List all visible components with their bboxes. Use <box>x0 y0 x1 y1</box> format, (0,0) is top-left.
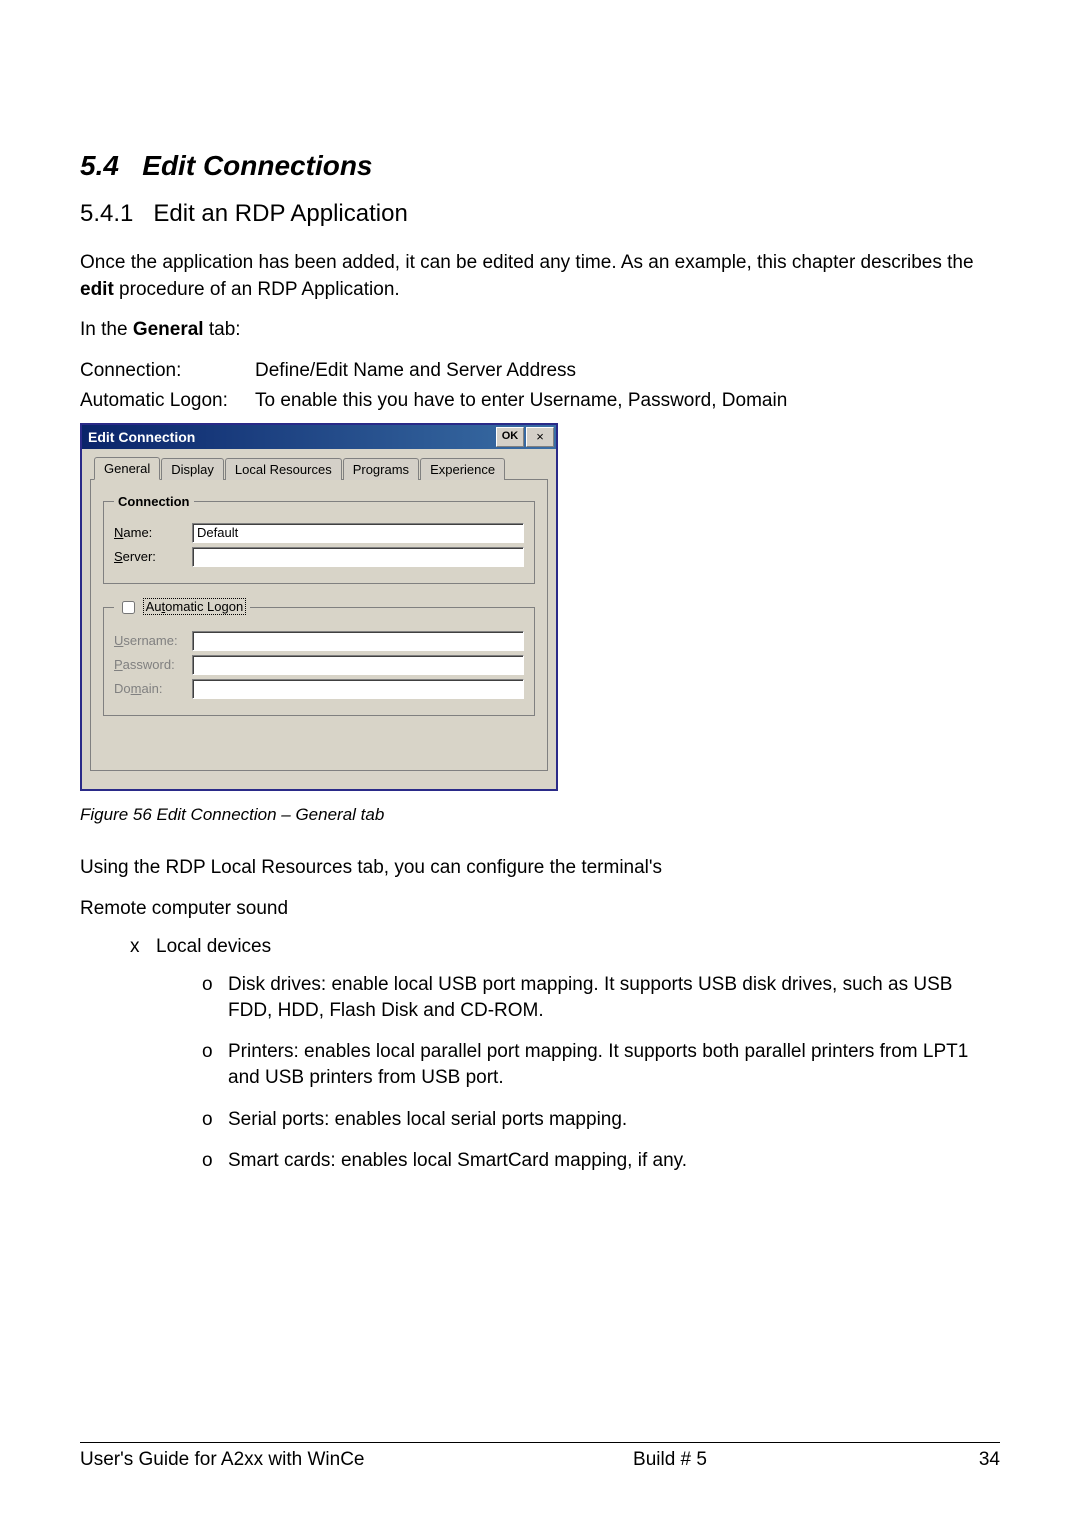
footer-left: User's Guide for A2xx with WinCe <box>80 1449 420 1471</box>
definition-connection-value: Define/Edit Name and Server Address <box>255 358 1000 385</box>
list-item-serial-ports: Serial ports: enables local serial ports… <box>202 1107 1000 1133</box>
list-item-local-devices: Local devices Disk drives: enable local … <box>130 936 1000 1174</box>
name-input[interactable] <box>192 523 524 543</box>
definition-autologon: Automatic Logon: To enable this you have… <box>80 388 1000 415</box>
footer-center: Build # 5 <box>420 1449 920 1471</box>
list-item-label: Local devices <box>156 936 271 957</box>
tab-display[interactable]: Display <box>161 458 224 480</box>
server-input[interactable] <box>192 547 524 567</box>
tab-programs[interactable]: Programs <box>343 458 419 480</box>
username-input[interactable] <box>192 631 524 651</box>
page-footer: User's Guide for A2xx with WinCe Build #… <box>80 1442 1000 1471</box>
dialog-body: General Display Local Resources Programs… <box>82 449 556 789</box>
definition-connection-label: Connection: <box>80 358 255 385</box>
edit-connection-dialog: Edit Connection OK × General Display Loc… <box>80 423 558 791</box>
subsection-number: 5.4.1 <box>80 200 133 227</box>
row-username: Username: <box>114 631 524 651</box>
close-button[interactable]: × <box>526 427 554 447</box>
list-item-disk-drives: Disk drives: enable local USB port mappi… <box>202 972 1000 1023</box>
figure-caption: Figure 56 Edit Connection – General tab <box>80 805 1000 825</box>
section-title: Edit Connections <box>142 150 372 181</box>
automatic-logon-legend: Automatic Logon <box>114 598 250 617</box>
password-input[interactable] <box>192 655 524 675</box>
local-resources-intro: Using the RDP Local Resources tab, you c… <box>80 855 1000 882</box>
subsection-heading: 5.4.1 Edit an RDP Application <box>80 200 1000 228</box>
connection-group: Connection Name: Server: <box>103 494 535 584</box>
row-domain: Domain: <box>114 679 524 699</box>
subsection-title: Edit an RDP Application <box>153 200 407 227</box>
tab-experience[interactable]: Experience <box>420 458 505 480</box>
definition-connection: Connection: Define/Edit Name and Server … <box>80 358 1000 385</box>
row-name: Name: <box>114 523 524 543</box>
dialog-title: Edit Connection <box>88 429 195 445</box>
definition-autologon-value: To enable this you have to enter Usernam… <box>255 388 1000 415</box>
username-label: Username: <box>114 633 192 648</box>
dialog-titlebar[interactable]: Edit Connection OK × <box>82 425 556 449</box>
tab-local-resources[interactable]: Local Resources <box>225 458 342 480</box>
tab-general[interactable]: General <box>94 457 160 480</box>
row-server: Server: <box>114 547 524 567</box>
password-label: Password: <box>114 657 192 672</box>
tabstrip: General Display Local Resources Programs… <box>90 457 548 480</box>
tabpanel-general: Connection Name: Server: Automatic Logon <box>90 479 548 771</box>
section-heading: 5.4 Edit Connections <box>80 150 1000 182</box>
server-label: Server: <box>114 549 192 564</box>
automatic-logon-checkbox[interactable] <box>122 601 135 614</box>
remote-computer-sound: Remote computer sound <box>80 896 1000 923</box>
row-password: Password: <box>114 655 524 675</box>
automatic-logon-group: Automatic Logon Username: Password: Doma… <box>103 598 535 716</box>
close-icon: × <box>536 430 544 443</box>
intro-paragraph: Once the application has been added, it … <box>80 250 1000 303</box>
ok-button[interactable]: OK <box>496 427 524 447</box>
general-tab-lead: In the General tab: <box>80 317 1000 344</box>
domain-label: Domain: <box>114 681 192 696</box>
device-list: Local devices Disk drives: enable local … <box>80 936 1000 1174</box>
page: 5.4 Edit Connections 5.4.1 Edit an RDP A… <box>0 0 1080 1527</box>
name-label: Name: <box>114 525 192 540</box>
device-sublist: Disk drives: enable local USB port mappi… <box>156 972 1000 1174</box>
connection-group-legend: Connection <box>114 494 194 509</box>
automatic-logon-label: Automatic Logon <box>143 598 247 615</box>
footer-page: 34 <box>920 1449 1000 1471</box>
list-item-smart-cards: Smart cards: enables local SmartCard map… <box>202 1148 1000 1174</box>
section-number: 5.4 <box>80 150 119 181</box>
domain-input[interactable] <box>192 679 524 699</box>
definition-autologon-label: Automatic Logon: <box>80 388 255 415</box>
list-item-printers: Printers: enables local parallel port ma… <box>202 1039 1000 1090</box>
